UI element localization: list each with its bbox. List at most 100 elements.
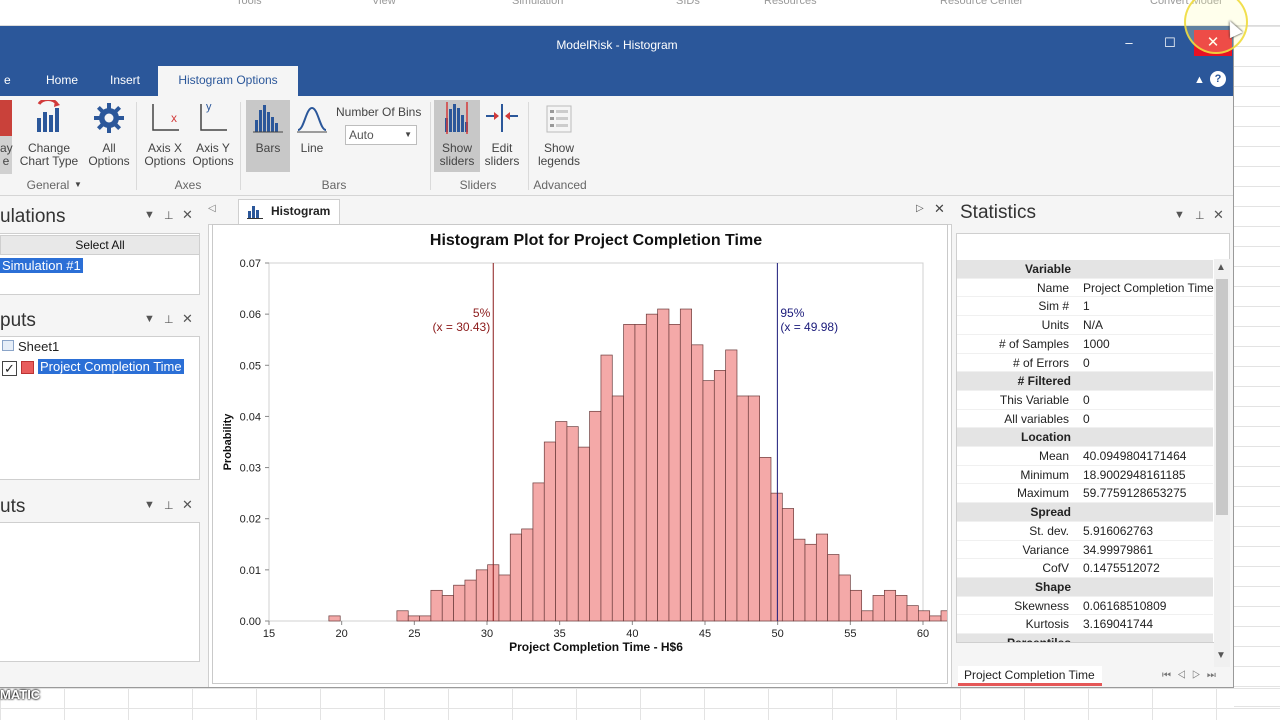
close-panel-icon[interactable]: ✕ bbox=[182, 207, 193, 223]
panel-dropdown-icon[interactable]: ▼ bbox=[144, 313, 155, 325]
statistics-value: 34.99979861 bbox=[1083, 542, 1154, 557]
statistics-key: All variables bbox=[1004, 411, 1069, 426]
sheet-tab-navigation-icons[interactable]: ⏮◁▷⏭ bbox=[1162, 670, 1222, 681]
statistics-row: Minimum 18.9002948161185 bbox=[957, 466, 1213, 485]
statistics-key: Location bbox=[1021, 430, 1071, 445]
line-button[interactable]: Line bbox=[292, 100, 332, 155]
close-panel-icon[interactable]: ✕ bbox=[1213, 207, 1224, 223]
statistics-key: # of Errors bbox=[1012, 355, 1069, 370]
pin-icon[interactable]: ⊥ bbox=[164, 209, 174, 222]
statistics-key: This Variable bbox=[999, 392, 1069, 407]
close-panel-icon[interactable]: ✕ bbox=[182, 311, 193, 327]
panel-dropdown-icon[interactable]: ▼ bbox=[144, 209, 155, 221]
statistics-value: 1 bbox=[1083, 299, 1090, 314]
show-sliders-button[interactable]: Show sliders bbox=[434, 100, 480, 172]
all-options-button[interactable]: All Options bbox=[86, 100, 132, 168]
group-label-advanced: Advanced bbox=[533, 178, 587, 192]
statistics-value: 0.1475512072 bbox=[1083, 561, 1160, 576]
variable-item[interactable]: Project Completion Time bbox=[38, 359, 184, 374]
select-all-button[interactable]: Select All bbox=[0, 235, 200, 255]
variable-checkbox[interactable]: ✓ bbox=[2, 361, 17, 376]
panel-dropdown-icon[interactable]: ▼ bbox=[1174, 209, 1185, 221]
sheet-label[interactable]: Sheet1 bbox=[18, 339, 59, 354]
histogram-bar bbox=[566, 426, 579, 622]
statistics-row: CofV 0.1475512072 bbox=[957, 559, 1213, 578]
histogram-bar bbox=[611, 395, 624, 622]
histogram-bar bbox=[543, 441, 556, 622]
statistics-key: # Filtered bbox=[1017, 374, 1071, 389]
statistics-value: 5.916062763 bbox=[1083, 523, 1154, 538]
bars-button[interactable]: Bars bbox=[246, 100, 290, 172]
histogram-chart: Histogram Plot for Project Completion Ti… bbox=[222, 232, 965, 654]
pin-icon[interactable]: ⊥ bbox=[164, 499, 174, 512]
line-icon bbox=[297, 106, 327, 133]
statistics-panel-title: Statistics bbox=[960, 202, 1037, 223]
show-legends-button[interactable]: Show legends bbox=[534, 100, 584, 168]
statistics-value: 0.06168510809 bbox=[1083, 598, 1167, 613]
axis-y-options-button[interactable]: y Axis Y Options bbox=[190, 100, 236, 168]
tab-file-partial[interactable]: e bbox=[0, 70, 19, 96]
tab-scroll-right-icon[interactable]: ▷ bbox=[916, 203, 924, 214]
histogram-bar bbox=[679, 308, 692, 622]
pin-icon[interactable]: ⊥ bbox=[164, 313, 174, 326]
histogram-bar bbox=[498, 574, 511, 622]
pin-icon[interactable]: ⊥ bbox=[1195, 209, 1205, 222]
y-tick-label: 0.00 bbox=[240, 616, 261, 628]
histogram-bar bbox=[555, 421, 568, 622]
change-chart-type-icon bbox=[37, 100, 60, 132]
edit-sliders-button[interactable]: Edit sliders bbox=[480, 100, 524, 168]
x-tick-label: 15 bbox=[263, 628, 275, 640]
scroll-down-icon[interactable]: ▼ bbox=[1216, 650, 1226, 661]
maximize-button[interactable]: ☐ bbox=[1153, 30, 1187, 56]
statistics-row: Maximum 59.7759128653275 bbox=[957, 484, 1213, 504]
histogram-bar bbox=[895, 595, 908, 622]
simulations-panel-title: ulations bbox=[0, 206, 66, 227]
change-chart-type-button[interactable]: Change Chart Type bbox=[14, 100, 84, 168]
scroll-up-icon[interactable]: ▲ bbox=[1216, 262, 1226, 273]
statistics-value: Project Completion Time bbox=[1083, 280, 1214, 295]
y-tick-label: 0.01 bbox=[240, 565, 261, 577]
svg-text:x: x bbox=[171, 111, 177, 125]
statistics-row: Mean 40.0949804171464 bbox=[957, 447, 1213, 466]
histogram-bar bbox=[883, 589, 897, 622]
histogram-document-tab[interactable]: Histogram bbox=[238, 199, 340, 224]
inputs-panel-title: puts bbox=[0, 310, 36, 331]
histogram-bar bbox=[872, 595, 885, 622]
ribbon-partial-button[interactable]: ay e bbox=[0, 100, 13, 174]
histogram-bar bbox=[804, 543, 817, 622]
close-panel-icon[interactable]: ✕ bbox=[182, 497, 193, 513]
tab-scroll-left-icon[interactable]: ◁ bbox=[208, 203, 216, 214]
histogram-bar bbox=[475, 569, 488, 622]
tab-insert[interactable]: Insert bbox=[102, 70, 148, 96]
tab-histogram-options[interactable]: Histogram Options bbox=[158, 66, 298, 96]
simulation-item[interactable]: Simulation #1 bbox=[0, 258, 83, 273]
y-tick-label: 0.03 bbox=[240, 463, 261, 475]
number-of-bins-label: Number Of Bins bbox=[336, 105, 422, 119]
statistics-row: Kurtosis 3.169041744 bbox=[957, 615, 1213, 635]
histogram-bar bbox=[691, 344, 704, 622]
background-menu-label: Simulation bbox=[512, 0, 564, 7]
axis-x-options-button[interactable]: x Axis X Options bbox=[142, 100, 188, 168]
statistics-value: 0 bbox=[1083, 411, 1090, 426]
background-menu-strip: Tools View Simulation SIDs Resources Resource… bbox=[0, 0, 1280, 26]
minimize-button[interactable]: – bbox=[1112, 30, 1146, 56]
statistics-value: 0 bbox=[1083, 392, 1090, 407]
tab-home[interactable]: Home bbox=[38, 70, 86, 96]
histogram-bar bbox=[668, 324, 681, 622]
group-label-sliders: Sliders bbox=[459, 178, 497, 192]
statistics-variable-tab[interactable]: Project Completion Time bbox=[958, 666, 1102, 686]
group-label-bars: Bars bbox=[321, 178, 347, 192]
statistics-scroll-thumb[interactable] bbox=[1216, 279, 1228, 515]
collapse-ribbon-icon[interactable]: ▲ bbox=[1194, 74, 1205, 86]
histogram-bar bbox=[827, 554, 840, 622]
panel-dropdown-icon[interactable]: ▼ bbox=[144, 499, 155, 511]
x-tick-label: 20 bbox=[336, 628, 348, 640]
help-icon[interactable]: ? bbox=[1210, 71, 1226, 87]
number-of-bins-select[interactable]: Auto ▼ bbox=[345, 125, 417, 145]
simulations-panel-header: ulations ▼ ⊥ ✕ bbox=[0, 202, 204, 230]
variable-color-swatch bbox=[21, 361, 34, 374]
window-title: ModelRisk - Histogram bbox=[556, 38, 678, 52]
histogram-bar bbox=[441, 595, 454, 622]
outputs-panel-title: uts bbox=[0, 496, 26, 517]
close-document-icon[interactable]: ✕ bbox=[934, 201, 945, 217]
